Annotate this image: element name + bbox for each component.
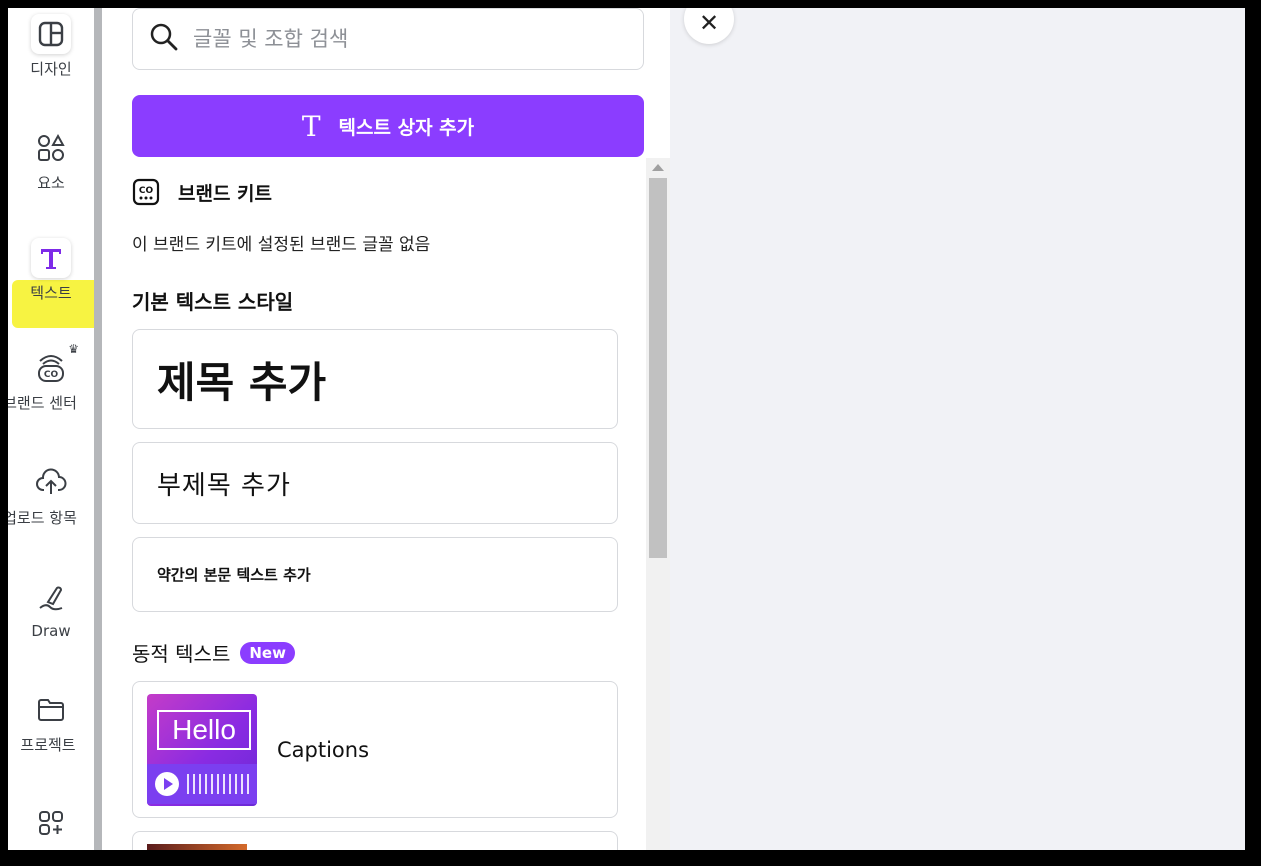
rail-item-projects[interactable]: 프로젝트 bbox=[8, 690, 94, 755]
rail-item-draw[interactable]: Draw bbox=[8, 578, 94, 640]
rail-item-elements[interactable]: 요소 bbox=[8, 128, 94, 193]
apps-icon bbox=[31, 803, 71, 843]
rail-label: 프로젝트 bbox=[20, 736, 76, 754]
rail-divider bbox=[94, 8, 102, 850]
font-search-box[interactable] bbox=[132, 8, 644, 70]
search-icon bbox=[149, 22, 179, 56]
svg-text:CO: CO bbox=[44, 370, 59, 380]
captions-thumbnail: Hello bbox=[147, 694, 257, 806]
text-t-icon: T bbox=[301, 109, 321, 143]
editor-canvas: ✕ bbox=[670, 8, 1245, 850]
dynamic-text-heading: 동적 텍스트 New bbox=[132, 638, 295, 667]
dynamic-text-title: 동적 텍스트 bbox=[132, 642, 231, 666]
add-text-box-label: 텍스트 상자 추가 bbox=[338, 116, 475, 139]
brand-kit-icon: CO bbox=[132, 178, 160, 206]
play-icon bbox=[155, 772, 179, 796]
brand-kit-note: 이 브랜드 키트에 설정된 브랜드 글꼴 없음 bbox=[132, 235, 431, 255]
rail-item-brand[interactable]: CO ♛ 브랜드 센터 bbox=[8, 342, 94, 413]
thumbnail-hello-text: Hello bbox=[157, 710, 251, 750]
rail-item-text[interactable]: 텍스트 bbox=[8, 238, 94, 303]
cloud-upload-icon bbox=[31, 463, 71, 503]
rail-label: 브랜드 센터 bbox=[8, 394, 77, 412]
close-icon: ✕ bbox=[698, 9, 720, 37]
next-dynamic-card[interactable] bbox=[132, 831, 618, 850]
close-panel-button[interactable]: ✕ bbox=[684, 8, 734, 44]
side-rail: 디자인 요소 텍스트 CO ♛ 브랜드 센터 업로드 항목 Draw 프로젝트 bbox=[8, 8, 106, 850]
rail-item-design[interactable]: 디자인 bbox=[8, 14, 94, 79]
panel-scroll-thumb[interactable] bbox=[649, 178, 667, 558]
folder-icon bbox=[31, 690, 71, 730]
rail-label: Draw bbox=[31, 622, 71, 640]
rail-item-uploads[interactable]: 업로드 항목 bbox=[8, 463, 94, 528]
rail-label: 요소 bbox=[37, 174, 65, 192]
font-search-input[interactable] bbox=[193, 27, 593, 51]
add-body-text-button[interactable]: 약간의 본문 텍스트 추가 bbox=[132, 537, 618, 612]
captions-label: Captions bbox=[277, 738, 370, 762]
rail-label: 디자인 bbox=[30, 60, 72, 78]
basic-styles-title: 기본 텍스트 스타일 bbox=[132, 290, 294, 314]
crown-icon: ♛ bbox=[68, 342, 79, 356]
add-subheading-button[interactable]: 부제목 추가 bbox=[132, 442, 618, 524]
app-window: 디자인 요소 텍스트 CO ♛ 브랜드 센터 업로드 항목 Draw 프로젝트 … bbox=[8, 8, 1245, 850]
rail-label: 텍스트 bbox=[30, 284, 72, 302]
pen-icon bbox=[31, 578, 71, 618]
brand-kit-heading: CO 브랜드 키트 bbox=[132, 178, 272, 206]
shapes-icon bbox=[31, 128, 71, 168]
brand-kit-title: 브랜드 키트 bbox=[178, 182, 273, 205]
brand-icon: CO ♛ bbox=[31, 342, 79, 388]
text-t-icon bbox=[31, 238, 71, 278]
new-badge: New bbox=[240, 641, 295, 664]
captions-card[interactable]: Hello Captions bbox=[132, 681, 618, 818]
add-heading-button[interactable]: 제목 추가 bbox=[132, 329, 618, 429]
text-panel: T 텍스트 상자 추가 CO 브랜드 키트 이 브랜드 키트에 설정된 브랜드 … bbox=[102, 8, 670, 850]
scroll-up-arrow-icon[interactable] bbox=[652, 164, 664, 171]
next-card-thumbnail bbox=[147, 844, 247, 850]
rail-label: 업로드 항목 bbox=[8, 509, 77, 527]
screenshot-frame: 디자인 요소 텍스트 CO ♛ 브랜드 센터 업로드 항목 Draw 프로젝트 … bbox=[0, 0, 1261, 866]
svg-text:CO: CO bbox=[139, 186, 154, 196]
rail-item-apps[interactable] bbox=[8, 803, 94, 843]
layout-icon bbox=[31, 14, 71, 54]
waveform-icon bbox=[187, 774, 253, 794]
add-text-box-button[interactable]: T 텍스트 상자 추가 bbox=[132, 95, 644, 157]
thumbnail-audio-bar bbox=[147, 764, 257, 804]
